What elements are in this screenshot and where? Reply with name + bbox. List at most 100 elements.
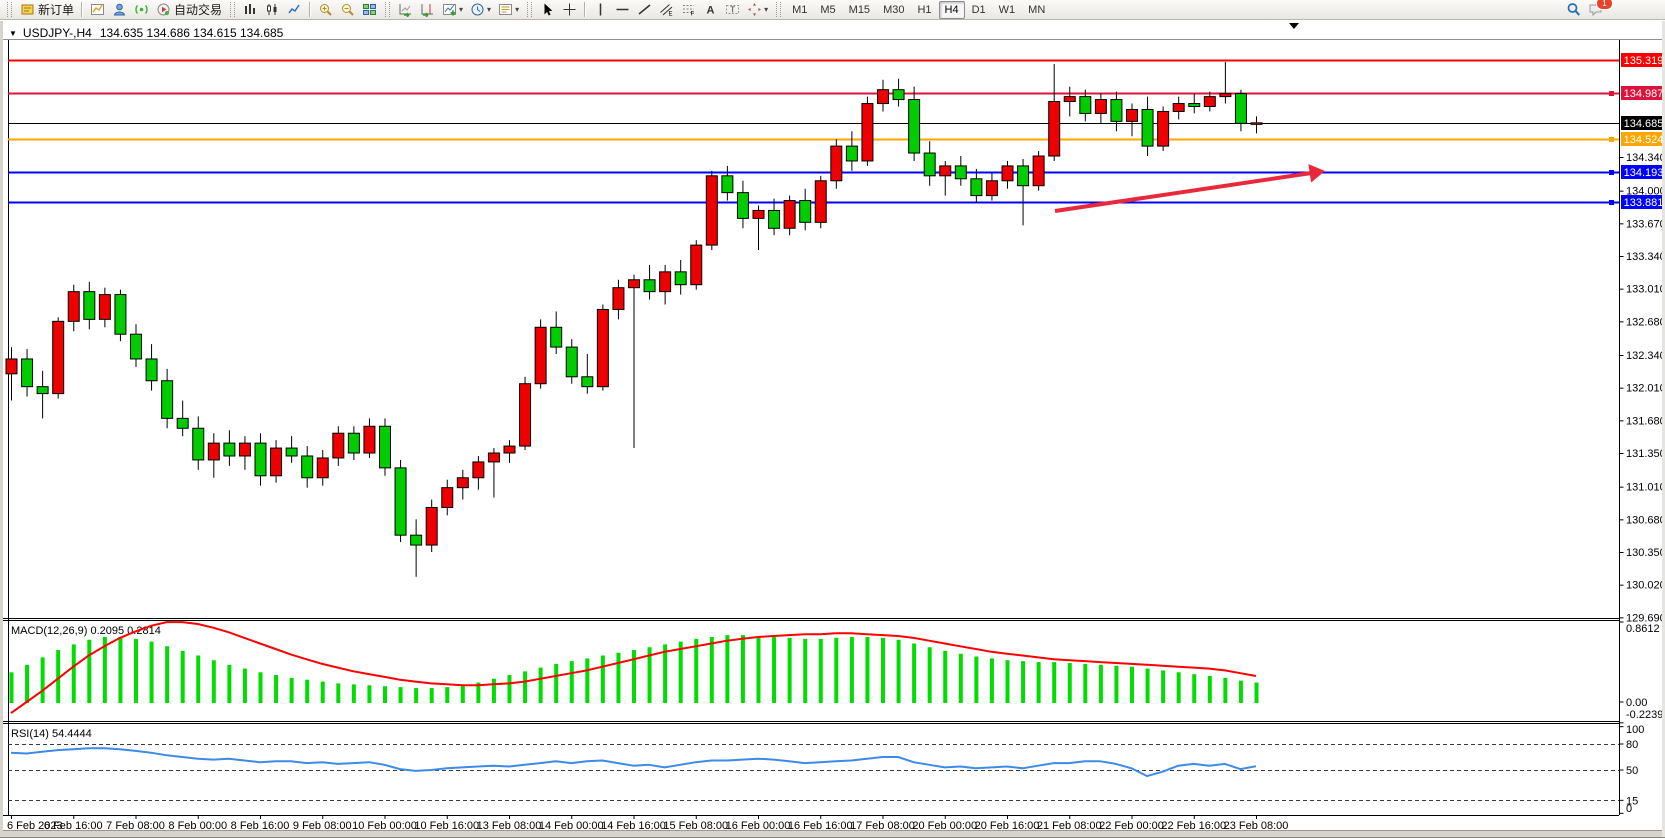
candle-body xyxy=(333,433,344,458)
chart-menu-icon[interactable]: ▼ xyxy=(9,29,17,38)
timeframe-W1[interactable]: W1 xyxy=(993,1,1022,19)
candle-body xyxy=(193,428,204,460)
auto-scroll-icon xyxy=(398,2,413,17)
new-chart-button[interactable] xyxy=(87,0,108,20)
templates-button[interactable]: ▾ xyxy=(495,0,522,20)
indicators-icon xyxy=(442,2,457,17)
chart-title-bar: ▼ USDJPY-,H4 134.635 134.686 134.615 134… xyxy=(9,26,283,40)
text-label-button[interactable]: T xyxy=(722,0,743,20)
chart-shift-icon xyxy=(420,2,435,17)
candle-body xyxy=(986,181,997,196)
toolbar-grip[interactable] xyxy=(385,2,390,17)
channel-icon: E xyxy=(659,2,674,17)
candlestick-button[interactable] xyxy=(262,0,283,20)
toolbar-grip[interactable] xyxy=(776,2,781,17)
candle-body xyxy=(99,295,110,320)
candle-body xyxy=(1235,94,1246,124)
zoom-out-button[interactable] xyxy=(337,0,358,20)
svg-text:F: F xyxy=(691,12,695,18)
line-handle[interactable] xyxy=(1609,170,1614,175)
periods-icon xyxy=(470,2,485,17)
toolbar-grip[interactable] xyxy=(527,2,532,17)
timeframe-H4[interactable]: H4 xyxy=(939,1,965,19)
candle-body xyxy=(1049,102,1060,156)
chart-shift-button[interactable] xyxy=(417,0,438,20)
timeframe-M5[interactable]: M5 xyxy=(814,1,841,19)
zoom-in-button[interactable] xyxy=(315,0,336,20)
macd-axis-label: 0.8612 xyxy=(1626,623,1660,635)
macd-axis-label: -0.2239 xyxy=(1626,709,1663,721)
cursor-button[interactable] xyxy=(537,0,558,20)
candle-body xyxy=(302,456,313,478)
candle-body xyxy=(535,327,546,383)
candle-body xyxy=(846,146,857,161)
text-button[interactable]: A xyxy=(700,0,721,20)
timeframe-M30[interactable]: M30 xyxy=(877,1,910,19)
price-chart[interactable]: MACD(12,26,9) 0.2095 0.2814RSI(14) 54.44… xyxy=(3,21,1665,837)
timeframe-M15[interactable]: M15 xyxy=(843,1,876,19)
timeframe-D1[interactable]: D1 xyxy=(966,1,992,19)
arrows-icon xyxy=(747,2,762,17)
hline-icon xyxy=(615,2,630,17)
candle-body xyxy=(22,359,33,387)
auto-scroll-button[interactable] xyxy=(395,0,416,20)
window-bottom-edge xyxy=(3,831,1665,837)
vertical-line-button[interactable] xyxy=(590,0,611,20)
line-handle[interactable] xyxy=(1609,137,1614,142)
candle-body xyxy=(1111,100,1122,122)
candle-body xyxy=(84,292,95,320)
line-handle[interactable] xyxy=(1609,91,1614,96)
line-handle[interactable] xyxy=(1609,200,1614,205)
price-tick-label: 131.680 xyxy=(1626,415,1665,427)
candle-body xyxy=(162,381,173,419)
periods-button[interactable]: ▾ xyxy=(467,0,494,20)
toolbar-grip[interactable] xyxy=(7,2,12,17)
candle-body xyxy=(504,446,515,453)
candle-body xyxy=(582,377,593,387)
svg-text:T: T xyxy=(730,6,735,15)
price-tick-label: 134.340 xyxy=(1626,152,1665,164)
line-chart-button[interactable] xyxy=(284,0,305,20)
candle-body xyxy=(800,201,811,223)
new-order-button-label: 新订单 xyxy=(38,1,74,18)
price-tick-label: 130.020 xyxy=(1626,580,1665,592)
notifications-button[interactable]: 1 xyxy=(1585,0,1606,20)
horizontal-line-button[interactable] xyxy=(612,0,633,20)
trendline-button[interactable] xyxy=(634,0,655,20)
rsi-axis-label: 50 xyxy=(1626,765,1638,777)
broadcast-icon xyxy=(134,2,149,17)
candle-body xyxy=(1080,97,1091,114)
candle-body xyxy=(1142,109,1153,146)
candle-body xyxy=(380,426,391,468)
fibonacci-button[interactable]: F xyxy=(678,0,699,20)
zoom-out-icon xyxy=(340,2,355,17)
data-window-button[interactable] xyxy=(131,0,152,20)
indicators-button[interactable]: ▾ xyxy=(439,0,466,20)
timeframe-H1[interactable]: H1 xyxy=(911,1,937,19)
timeframe-MN[interactable]: MN xyxy=(1022,1,1051,19)
chart-window-icon xyxy=(90,2,105,17)
crosshair-button[interactable] xyxy=(559,0,580,20)
search-button[interactable] xyxy=(1563,0,1584,20)
tile-windows-button[interactable] xyxy=(359,0,380,20)
equidistant-channel-button[interactable]: E xyxy=(656,0,677,20)
candle-body xyxy=(644,280,655,292)
timeframe-M1[interactable]: M1 xyxy=(786,1,813,19)
candle-body xyxy=(722,176,733,193)
candle-body xyxy=(815,181,826,223)
arrows-button[interactable]: ▾ xyxy=(744,0,771,20)
candle-body xyxy=(457,478,468,488)
candle-body xyxy=(53,321,64,393)
chart-ohlc-quote: 134.635 134.686 134.615 134.685 xyxy=(100,26,284,40)
tile-windows-icon xyxy=(362,2,377,17)
autotrading-button[interactable]: 自动交易 xyxy=(153,0,225,20)
trendline-icon xyxy=(637,2,652,17)
line-chart-icon xyxy=(287,2,302,17)
chevron-down-icon: ▾ xyxy=(764,5,768,14)
toolbar-grip[interactable] xyxy=(230,2,235,17)
candle-body xyxy=(660,272,671,292)
new-order-button[interactable]: 新订单 xyxy=(17,0,77,20)
application-window: 新订单自动交易▾▾▾EFAT▾M1M5M15M30H1H4D1W1MN1 ▼ U… xyxy=(0,0,1665,838)
bar-chart-button[interactable] xyxy=(240,0,261,20)
profiles-button[interactable] xyxy=(109,0,130,20)
